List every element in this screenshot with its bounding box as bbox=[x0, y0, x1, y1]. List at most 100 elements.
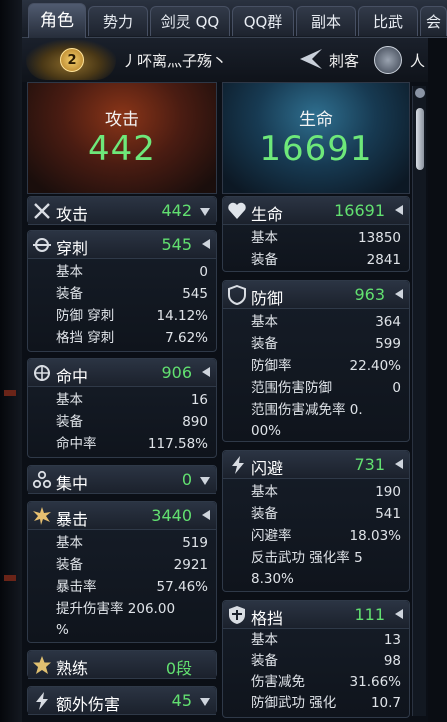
counter-boost-line-cont: 8.30% bbox=[251, 571, 294, 587]
block-value: 111 bbox=[354, 605, 385, 624]
stat-key: 防御武功 强化 bbox=[251, 695, 337, 711]
collapse-arrow-icon[interactable] bbox=[202, 510, 210, 520]
stat-key: 基本 bbox=[56, 264, 83, 280]
stat-val: 14.12% bbox=[156, 308, 208, 324]
expand-arrow-icon[interactable] bbox=[200, 477, 210, 485]
evasion-row-head[interactable]: 闪避 731 bbox=[223, 451, 409, 479]
hp-block: 生命 16691 基本 13850 装备 2841 bbox=[222, 196, 410, 272]
tab-faction[interactable]: 势力 bbox=[88, 6, 148, 36]
stat-key: 范围伤害防御 bbox=[251, 380, 332, 396]
stat-key: 装备 bbox=[251, 653, 278, 669]
crit-row-head[interactable]: 暴击 3440 bbox=[28, 502, 216, 530]
pierce-row-head[interactable]: 穿刺 545 bbox=[28, 231, 216, 259]
stat-val: 890 bbox=[182, 414, 208, 430]
attack-row[interactable]: 攻击 442 bbox=[27, 196, 217, 225]
stat-val: 0 bbox=[392, 380, 401, 396]
tab-more[interactable]: 会 bbox=[420, 6, 447, 36]
collapse-arrow-icon[interactable] bbox=[395, 289, 403, 299]
tab-qq-group[interactable]: QQ群 bbox=[232, 6, 294, 36]
stat-key: 基本 bbox=[251, 230, 278, 246]
accuracy-row-head[interactable]: 命中 906 bbox=[28, 359, 216, 387]
stat-row: 基本 16 bbox=[56, 390, 208, 411]
scrollbar[interactable] bbox=[412, 86, 426, 716]
left-edge bbox=[0, 0, 22, 722]
scroll-up-button[interactable] bbox=[415, 88, 425, 98]
race-label: 人 bbox=[410, 52, 426, 70]
collapse-arrow-icon[interactable] bbox=[395, 205, 403, 215]
stat-row: 装备 2841 bbox=[251, 250, 401, 271]
focus-row-head: 集中 0 bbox=[28, 466, 216, 494]
expand-arrow-icon[interactable] bbox=[200, 698, 210, 706]
tab-bar: 角色 势力 剑灵 QQ QQ群 副本 比武 会 bbox=[22, 0, 447, 38]
pierce-value: 545 bbox=[161, 235, 192, 254]
stat-row: 装备 545 bbox=[56, 284, 208, 305]
stat-key: 基本 bbox=[251, 484, 278, 500]
tab-arena[interactable]: 比武 bbox=[358, 6, 418, 36]
stat-key: 基本 bbox=[56, 392, 83, 408]
stat-val: 57.46% bbox=[156, 579, 208, 595]
block-shield-icon bbox=[229, 606, 245, 624]
pierce-label: 穿刺 bbox=[56, 239, 89, 258]
hp-summary-value: 16691 bbox=[259, 129, 373, 169]
stat-val: 13850 bbox=[358, 230, 401, 246]
player-name: 丿吥离灬子殇丶 bbox=[122, 52, 228, 70]
stat-key: 基本 bbox=[251, 314, 278, 330]
stat-key: 装备 bbox=[251, 506, 278, 522]
stat-key: 装备 bbox=[251, 336, 278, 352]
collapse-arrow-icon[interactable] bbox=[395, 459, 403, 469]
stat-val: 0 bbox=[199, 264, 208, 280]
hp-summary-panel: 生命 16691 bbox=[222, 82, 410, 194]
stat-row: 伤害减免 31.66% bbox=[251, 672, 401, 693]
attack-summary-value: 442 bbox=[88, 129, 156, 169]
crit-burst-icon bbox=[33, 507, 51, 525]
evasion-value: 731 bbox=[354, 455, 385, 474]
collapse-arrow-icon[interactable] bbox=[202, 367, 210, 377]
class-label: 刺客 bbox=[329, 52, 360, 70]
pierce-block: 穿刺 545 基本 0 装备 545 防御 穿刺 14.12% 格挡 穿刺 7.62% bbox=[27, 230, 217, 352]
defense-value: 963 bbox=[354, 285, 385, 304]
pierce-icon bbox=[33, 238, 51, 252]
stat-val: 98 bbox=[383, 653, 401, 669]
extra-damage-row[interactable]: 额外伤害 45 bbox=[27, 686, 217, 715]
block-label: 格挡 bbox=[251, 609, 284, 628]
stat-row: 装备 2921 bbox=[56, 555, 208, 576]
collapse-arrow-icon[interactable] bbox=[202, 239, 210, 249]
stat-key: 装备 bbox=[56, 414, 83, 430]
expand-arrow-icon[interactable] bbox=[200, 208, 210, 216]
stat-row: 基本 364 bbox=[251, 312, 401, 333]
shield-icon bbox=[228, 285, 246, 305]
evasion-block: 闪避 731 基本 190 装备 541 闪避率 18.03% 反击武功 强化率 5 … bbox=[222, 450, 410, 592]
edge-mark bbox=[4, 390, 16, 396]
crit-damage-line-cont: % bbox=[56, 622, 69, 638]
hp-row-head[interactable]: 生命 16691 bbox=[223, 197, 409, 225]
stat-row: 基本 0 bbox=[56, 262, 208, 283]
extra-damage-value: 45 bbox=[171, 691, 192, 710]
accuracy-block: 命中 906 基本 16 装备 890 命中率 117.58% bbox=[27, 358, 217, 458]
stat-key: 防御 穿刺 bbox=[56, 308, 115, 324]
stat-val: 22.40% bbox=[349, 358, 401, 374]
extra-damage-row-head: 额外伤害 45 bbox=[28, 687, 216, 715]
stat-key: 伤害减免 bbox=[251, 674, 305, 690]
scroll-thumb[interactable] bbox=[416, 108, 424, 170]
collapse-arrow-icon[interactable] bbox=[395, 609, 403, 619]
stat-key: 装备 bbox=[56, 557, 83, 573]
stat-row: 格挡 穿刺 7.62% bbox=[56, 328, 208, 349]
tab-character[interactable]: 角色 bbox=[28, 3, 86, 38]
focus-row[interactable]: 集中 0 bbox=[27, 465, 217, 494]
stat-row: 防御 穿刺 14.12% bbox=[56, 306, 208, 327]
aoe-reduction-line-cont: 00% bbox=[251, 423, 282, 439]
tab-dungeon[interactable]: 副本 bbox=[296, 6, 356, 36]
stat-val: 190 bbox=[375, 484, 401, 500]
mastery-label: 熟练 bbox=[56, 659, 89, 678]
focus-label: 集中 bbox=[56, 474, 89, 493]
stat-row: 闪避率 18.03% bbox=[251, 526, 401, 547]
accuracy-value: 906 bbox=[161, 363, 192, 382]
stat-key: 防御率 bbox=[251, 358, 292, 374]
star-icon bbox=[33, 656, 51, 674]
mastery-row[interactable]: 熟练 0段 bbox=[27, 650, 217, 679]
hp-label: 生命 bbox=[251, 205, 284, 224]
block-row-head[interactable]: 格挡 111 bbox=[223, 601, 409, 629]
stat-val: 10.7 bbox=[370, 695, 401, 711]
tab-bns-qq[interactable]: 剑灵 QQ bbox=[150, 6, 230, 36]
defense-row-head[interactable]: 防御 963 bbox=[223, 281, 409, 309]
